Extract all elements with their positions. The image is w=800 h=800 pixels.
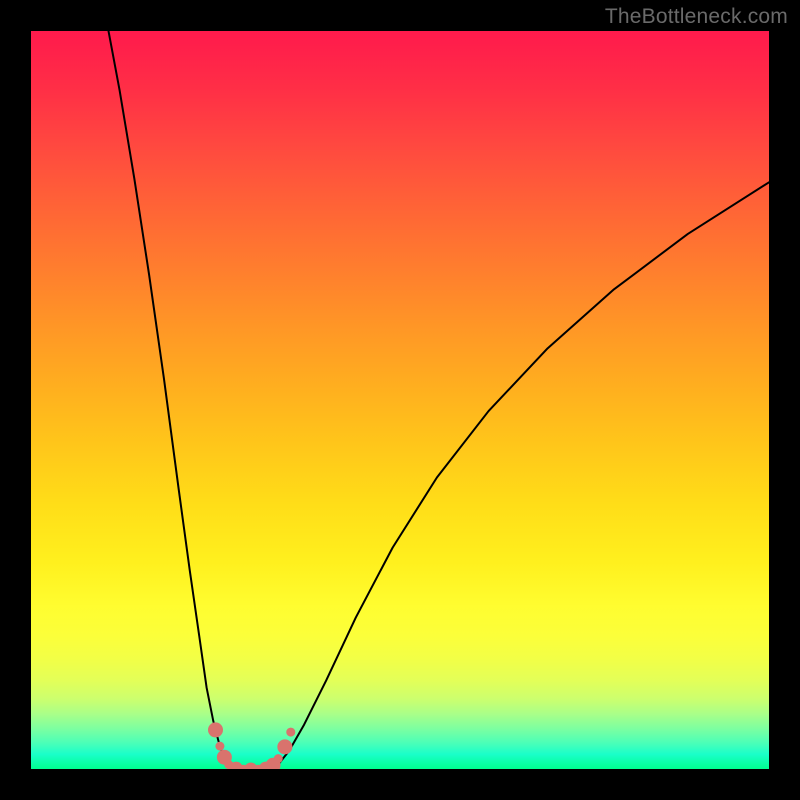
marker-dot bbox=[208, 722, 223, 737]
watermark-text: TheBottleneck.com bbox=[605, 5, 788, 29]
chart-frame: TheBottleneck.com bbox=[0, 0, 800, 800]
marker-dot bbox=[277, 739, 292, 754]
curve-layer bbox=[31, 31, 769, 769]
marker-dot bbox=[215, 742, 224, 751]
bottleneck-curve bbox=[108, 31, 769, 769]
marker-dot bbox=[286, 728, 295, 737]
marker-dot bbox=[274, 754, 283, 763]
plot-area bbox=[31, 31, 769, 769]
